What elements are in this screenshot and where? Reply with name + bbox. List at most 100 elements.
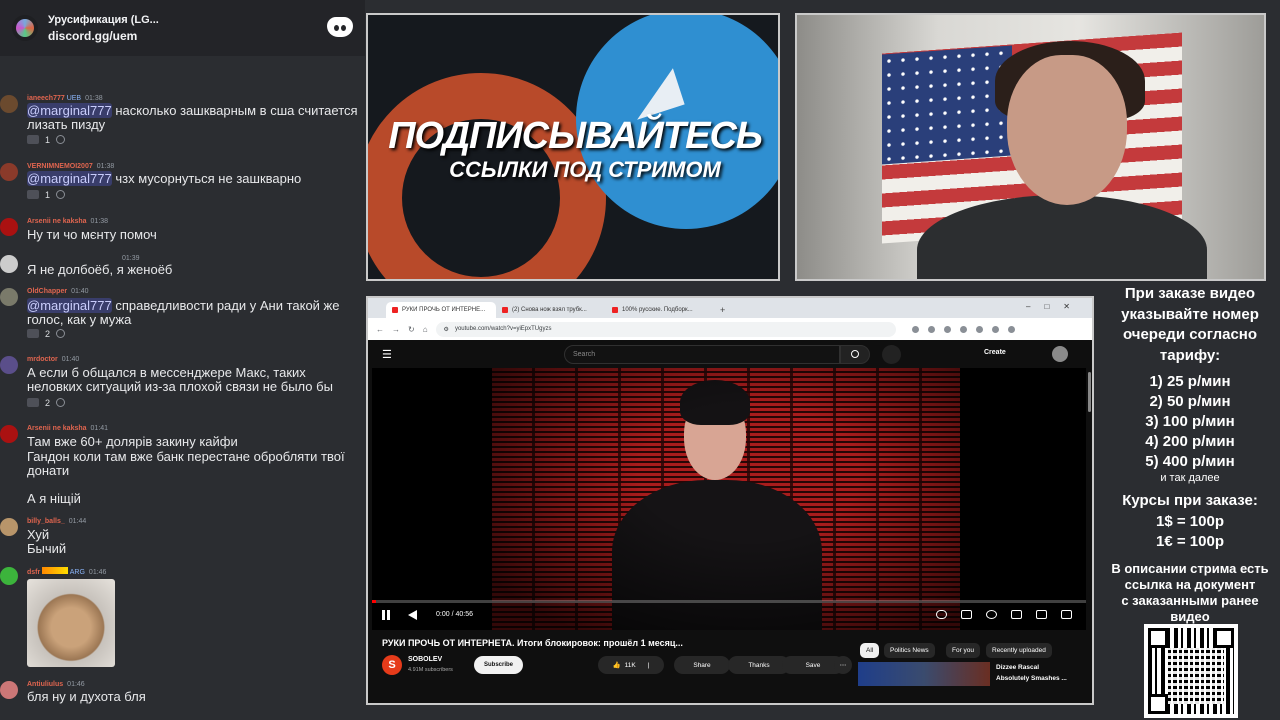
info-heading: указывайте номер	[1121, 305, 1259, 323]
timestamp: 01:38	[85, 95, 103, 102]
recommended-thumbnail[interactable]	[858, 662, 990, 686]
description-note: ссылка на документ	[1124, 576, 1256, 592]
timestamp: 01:40	[71, 288, 89, 295]
chip-politics-news[interactable]: Politics News	[884, 643, 935, 658]
autoplay-icon[interactable]	[936, 610, 947, 619]
search-input[interactable]: Search	[564, 345, 840, 364]
chip-for-you[interactable]: For you	[946, 643, 981, 658]
add-reaction-icon[interactable]	[56, 398, 66, 407]
like-button[interactable]: 👍 11K |	[598, 656, 664, 674]
reaction[interactable]: 1	[27, 188, 66, 201]
avatar[interactable]	[0, 288, 18, 306]
like-count: 11K	[624, 661, 636, 669]
username[interactable]: VERNIMNEMOI2007	[27, 163, 93, 170]
youtube-favicon-icon	[502, 307, 508, 313]
avatar[interactable]	[0, 95, 18, 113]
server-icon[interactable]	[12, 15, 38, 41]
mention[interactable]: @marginal777	[27, 298, 112, 313]
username[interactable]: billy_balls_	[27, 518, 65, 525]
more-actions-icon[interactable]: ⋯	[834, 656, 852, 674]
forward-icon[interactable]: →	[392, 325, 400, 334]
video-player[interactable]	[372, 368, 1086, 630]
username[interactable]: dsfr	[27, 569, 40, 576]
channel-avatar[interactable]: S	[382, 655, 402, 675]
reload-icon[interactable]: ↻	[408, 325, 415, 334]
reaction[interactable]: 2	[27, 396, 66, 409]
create-button[interactable]: Create	[984, 349, 1006, 356]
username[interactable]: ianeech777	[27, 95, 65, 102]
avatar[interactable]	[0, 518, 18, 536]
browser-tab[interactable]: (2) Снова нож взял трубк...	[496, 302, 606, 318]
username[interactable]: Arsenii ne kaksha	[27, 425, 87, 432]
message-text: Ну ти чо мєнту помоч	[27, 227, 157, 242]
description-note: с заказанными ранее	[1121, 592, 1259, 608]
avatar[interactable]	[0, 567, 18, 585]
fullscreen-icon[interactable]	[1061, 610, 1072, 619]
username[interactable]: Arsenii ne kaksha	[27, 218, 87, 225]
avatar[interactable]	[0, 356, 18, 374]
message-text: @marginal777 справедливости ради у Ани т…	[27, 298, 359, 327]
thumbs-up-icon: 👍	[612, 662, 621, 669]
home-icon[interactable]: ⌂	[423, 325, 428, 334]
browser-tab[interactable]: РУКИ ПРОЧЬ ОТ ИНТЕРНЕ...	[386, 302, 496, 318]
browser-tab[interactable]: 100% русские. Подборк...	[606, 302, 716, 318]
thumbs-down-icon[interactable]: |	[648, 662, 650, 669]
message-text: @marginal777 насколько зашкварным в сша …	[27, 103, 359, 132]
add-reaction-icon[interactable]	[56, 190, 66, 199]
rates-title: Курсы при заказе:	[1122, 492, 1258, 509]
avatar[interactable]	[0, 681, 18, 699]
url-input[interactable]: ⚙ youtube.com/watch?v=yiEpxTUgyzs	[435, 321, 896, 337]
avatar[interactable]	[0, 163, 18, 181]
site-info-icon[interactable]: ⚙	[444, 326, 449, 333]
message-meta: OldChapper 01:40	[27, 288, 89, 295]
mention[interactable]: @marginal777	[27, 171, 112, 186]
username[interactable]: mrdoctor	[27, 356, 58, 363]
recommended-title[interactable]: Absolutely Smashes ...	[996, 675, 1067, 682]
new-tab-icon[interactable]: +	[720, 302, 725, 318]
message-text: А если б общался в мессенджере Макс, так…	[27, 365, 333, 394]
back-icon[interactable]: ←	[376, 325, 384, 334]
dog-image[interactable]	[27, 579, 115, 667]
rate: 1€ = 100р	[1156, 533, 1224, 550]
mention[interactable]: @marginal777	[27, 103, 112, 118]
tariff: 3) 100 р/мин	[1145, 413, 1235, 430]
avatar[interactable]	[0, 255, 18, 273]
avatar[interactable]	[0, 425, 18, 443]
tariff: 5) 400 р/мин	[1145, 453, 1235, 470]
add-reaction-icon[interactable]	[56, 329, 66, 338]
volume-icon[interactable]	[408, 610, 417, 620]
username[interactable]: OldChapper	[27, 288, 67, 295]
progress-bar[interactable]	[372, 600, 1086, 603]
info-heading: При заказе видео	[1124, 285, 1256, 302]
subscribe-button[interactable]: Subscribe	[474, 656, 523, 674]
message-text: @marginal777 чзх мусорнуться не зашкварн…	[27, 171, 359, 186]
video-title: РУКИ ПРОЧЬ ОТ ИНТЕРНЕТА. Итоги блокирово…	[382, 638, 683, 648]
thanks-button[interactable]: Thanks	[728, 656, 790, 674]
chip-recently-uploaded[interactable]: Recently uploaded	[986, 643, 1052, 658]
channel-name[interactable]: SOBOLEV	[408, 656, 442, 663]
promo-subtitle: ССЫЛКИ ПОД СТРИМОМ	[449, 157, 721, 182]
hamburger-menu-icon[interactable]: ☰	[382, 348, 392, 361]
account-avatar[interactable]	[1052, 346, 1068, 362]
info-heading: очереди согласно	[1122, 326, 1258, 343]
pause-icon[interactable]	[382, 610, 390, 620]
extensions[interactable]	[911, 325, 1015, 333]
username[interactable]: Antiuliulus	[27, 681, 63, 688]
window-controls[interactable]: –□✕	[1026, 302, 1084, 311]
reaction[interactable]: 2	[27, 327, 66, 340]
rate: 1$ = 100р	[1156, 512, 1224, 530]
miniplayer-icon[interactable]	[1011, 610, 1022, 619]
search-icon[interactable]	[840, 345, 870, 364]
share-button[interactable]: Share	[674, 656, 730, 674]
chip-all[interactable]: All	[860, 643, 880, 658]
captions-icon[interactable]	[961, 610, 972, 619]
recommended-title[interactable]: Dizzee Rascal	[996, 664, 1039, 671]
message-text: бля ну и духота бля	[27, 689, 146, 704]
scrollbar[interactable]	[1088, 372, 1091, 412]
voice-search-icon[interactable]	[882, 345, 901, 364]
cast-icon[interactable]	[1036, 610, 1047, 619]
reaction[interactable]: 1	[27, 133, 66, 146]
avatar[interactable]	[0, 218, 18, 236]
settings-icon[interactable]	[986, 610, 997, 619]
add-reaction-icon[interactable]	[56, 135, 66, 144]
